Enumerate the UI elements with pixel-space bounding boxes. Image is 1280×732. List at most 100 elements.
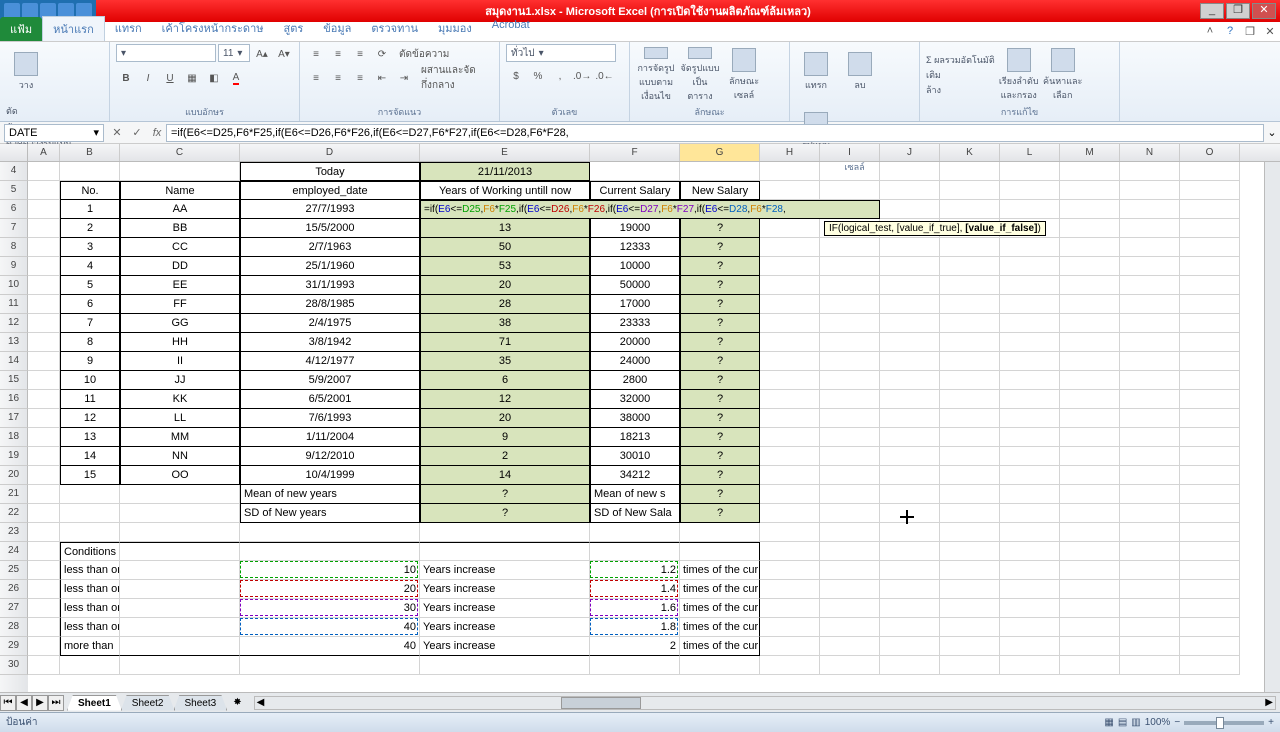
cell-G30[interactable] <box>680 656 760 675</box>
cell-C24[interactable] <box>120 542 240 561</box>
cell-N10[interactable] <box>1120 276 1180 295</box>
cell-H23[interactable] <box>760 523 820 542</box>
cell-D19[interactable]: 9/12/2010 <box>240 447 420 466</box>
increase-font-icon[interactable]: A▴ <box>252 44 272 64</box>
cell-B20[interactable]: 15 <box>60 466 120 485</box>
cell-N9[interactable] <box>1120 257 1180 276</box>
cell-B29[interactable]: more than <box>60 637 120 656</box>
cell-C8[interactable]: CC <box>120 238 240 257</box>
cell-G13[interactable]: ? <box>680 333 760 352</box>
cell-I23[interactable] <box>820 523 880 542</box>
cell-L9[interactable] <box>1000 257 1060 276</box>
cell-C30[interactable] <box>120 656 240 675</box>
cell-B28[interactable]: less than or equal <box>60 618 120 637</box>
cell-A18[interactable] <box>28 428 60 447</box>
cell-I22[interactable] <box>820 504 880 523</box>
file-tab[interactable]: แฟ้ม <box>0 17 42 41</box>
cell-O6[interactable] <box>1180 200 1240 219</box>
cell-E26[interactable]: Years increase <box>420 580 590 599</box>
cell-D18[interactable]: 1/11/2004 <box>240 428 420 447</box>
autosum-button[interactable]: Σ ผลรวมอัตโนมัติ <box>926 53 995 67</box>
cell-B10[interactable]: 5 <box>60 276 120 295</box>
align-center-icon[interactable]: ≡ <box>328 68 348 88</box>
cell-E11[interactable]: 28 <box>420 295 590 314</box>
cell-M19[interactable] <box>1060 447 1120 466</box>
cell-K29[interactable] <box>940 637 1000 656</box>
cell-N25[interactable] <box>1120 561 1180 580</box>
cell-I5[interactable] <box>820 181 880 200</box>
inc-decimal-icon[interactable]: .0→ <box>572 66 592 86</box>
row-header-13[interactable]: 13 <box>0 333 28 352</box>
cell-M10[interactable] <box>1060 276 1120 295</box>
cell-L30[interactable] <box>1000 656 1060 675</box>
cell-O12[interactable] <box>1180 314 1240 333</box>
font-color-button[interactable]: A <box>226 68 246 88</box>
name-box[interactable]: DATE▾ <box>4 124 104 142</box>
cell-C20[interactable]: OO <box>120 466 240 485</box>
cell-F21[interactable]: Mean of new s <box>590 485 680 504</box>
cell-H14[interactable] <box>760 352 820 371</box>
cell-M6[interactable] <box>1060 200 1120 219</box>
cell-K25[interactable] <box>940 561 1000 580</box>
cell-J9[interactable] <box>880 257 940 276</box>
cell-A22[interactable] <box>28 504 60 523</box>
cell-E12[interactable]: 38 <box>420 314 590 333</box>
cell-N18[interactable] <box>1120 428 1180 447</box>
vertical-scrollbar[interactable] <box>1264 162 1280 692</box>
row-header-14[interactable]: 14 <box>0 352 28 371</box>
cell-K18[interactable] <box>940 428 1000 447</box>
cell-N28[interactable] <box>1120 618 1180 637</box>
cell-I21[interactable] <box>820 485 880 504</box>
cell-L22[interactable] <box>1000 504 1060 523</box>
cell-G29[interactable]: times of the current salary <box>680 637 760 656</box>
cell-K20[interactable] <box>940 466 1000 485</box>
cell-O28[interactable] <box>1180 618 1240 637</box>
col-header-H[interactable]: H <box>760 144 820 161</box>
cell-E28[interactable]: Years increase <box>420 618 590 637</box>
cell-M22[interactable] <box>1060 504 1120 523</box>
cell-C6[interactable]: AA <box>120 200 240 219</box>
cell-B17[interactable]: 12 <box>60 409 120 428</box>
number-format-select[interactable]: ทั่วไป▾ <box>506 44 616 62</box>
format-table-button[interactable]: จัดรูปแบบเป็นตาราง <box>680 47 720 103</box>
cell-D29[interactable]: 40 <box>240 637 420 656</box>
cell-O23[interactable] <box>1180 523 1240 542</box>
cell-M21[interactable] <box>1060 485 1120 504</box>
cell-J12[interactable] <box>880 314 940 333</box>
cell-N6[interactable] <box>1120 200 1180 219</box>
cell-C26[interactable] <box>120 580 240 599</box>
cell-E25[interactable]: Years increase <box>420 561 590 580</box>
cell-D20[interactable]: 10/4/1999 <box>240 466 420 485</box>
cell-E4[interactable]: 21/11/2013 <box>420 162 590 181</box>
cell-G16[interactable]: ? <box>680 390 760 409</box>
cell-K14[interactable] <box>940 352 1000 371</box>
cell-L10[interactable] <box>1000 276 1060 295</box>
cell-F28[interactable]: 1.8 <box>590 618 680 637</box>
zoom-level[interactable]: 100% <box>1145 717 1171 728</box>
cell-L17[interactable] <box>1000 409 1060 428</box>
cell-N29[interactable] <box>1120 637 1180 656</box>
cell-J26[interactable] <box>880 580 940 599</box>
fill-button[interactable]: เติม <box>926 68 995 82</box>
cell-J11[interactable] <box>880 295 940 314</box>
cell-A16[interactable] <box>28 390 60 409</box>
cell-A21[interactable] <box>28 485 60 504</box>
cell-B4[interactable] <box>60 162 120 181</box>
cell-O30[interactable] <box>1180 656 1240 675</box>
row-header-27[interactable]: 27 <box>0 599 28 618</box>
font-size-select[interactable]: 11▾ <box>218 44 250 62</box>
cell-J14[interactable] <box>880 352 940 371</box>
cell-K15[interactable] <box>940 371 1000 390</box>
row-header-4[interactable]: 4 <box>0 162 28 181</box>
cell-G10[interactable]: ? <box>680 276 760 295</box>
cell-G25[interactable]: times of the current salary <box>680 561 760 580</box>
col-header-K[interactable]: K <box>940 144 1000 161</box>
cell-N21[interactable] <box>1120 485 1180 504</box>
cell-K11[interactable] <box>940 295 1000 314</box>
merge-button[interactable]: ผสานและจัดกึ่งกลาง <box>416 68 493 88</box>
indent-inc-icon[interactable]: ⇥ <box>394 68 414 88</box>
cell-G20[interactable]: ? <box>680 466 760 485</box>
cancel-formula-icon[interactable]: ✕ <box>108 124 126 142</box>
cell-H20[interactable] <box>760 466 820 485</box>
cell-I29[interactable] <box>820 637 880 656</box>
